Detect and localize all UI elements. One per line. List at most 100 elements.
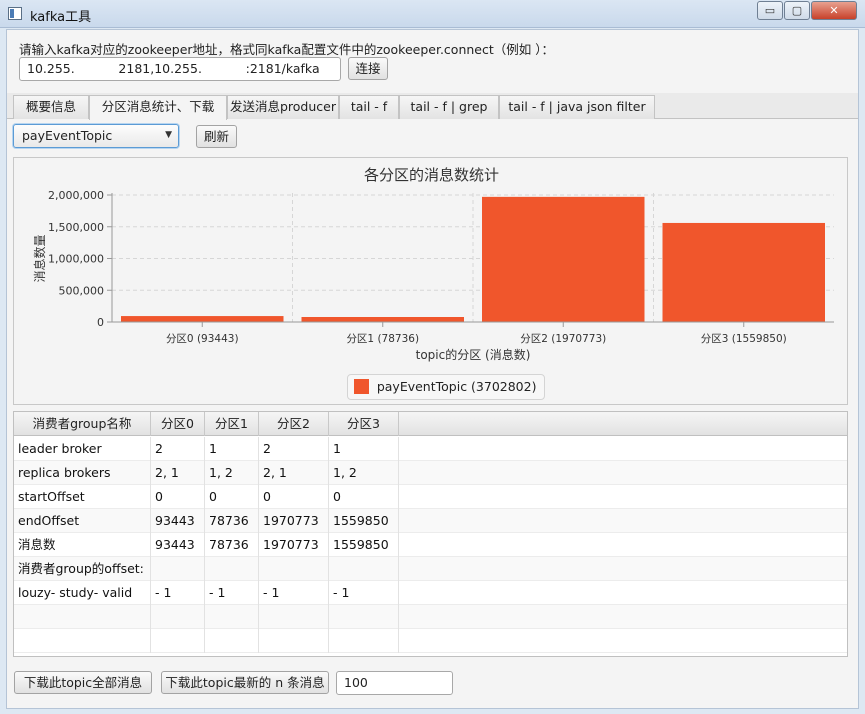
table-row[interactable] — [14, 605, 847, 629]
zookeeper-address-input[interactable]: 10.255. 2181,10.255. :2181/kafka — [19, 57, 341, 81]
table-cell: 1, 2 — [205, 461, 259, 485]
table-row[interactable]: endOffset 93443 78736 1970773 1559850 — [14, 509, 847, 533]
table-cell — [399, 485, 847, 509]
minimize-button[interactable]: ▭ — [757, 1, 783, 20]
table-cell: 1970773 — [259, 533, 329, 557]
table-cell: 1559850 — [329, 509, 399, 533]
row-label-cell: 消息数 — [14, 533, 151, 557]
x-tick-label: 分区0 (93443) — [166, 333, 239, 345]
table-cell — [259, 557, 329, 581]
column-header-partition-0[interactable]: 分区0 — [151, 412, 205, 436]
table-row[interactable]: startOffset 0 0 0 0 — [14, 485, 847, 509]
table-row[interactable]: 消息数 93443 78736 1970773 1559850 — [14, 533, 847, 557]
bar — [482, 196, 645, 322]
table-cell — [329, 557, 399, 581]
column-header-partition-3[interactable]: 分区3 — [329, 412, 399, 436]
row-label-cell — [14, 629, 151, 653]
row-label-cell — [14, 605, 151, 629]
table-cell — [399, 605, 847, 629]
table-cell — [399, 533, 847, 557]
table-cell: 1970773 — [259, 509, 329, 533]
connect-button[interactable]: 连接 — [348, 57, 388, 80]
close-button[interactable]: ✕ — [811, 1, 857, 20]
table-cell — [205, 605, 259, 629]
table-cell: 78736 — [205, 509, 259, 533]
table-cell: 2 — [151, 437, 205, 461]
table-cell: - 1 — [329, 581, 399, 605]
tab-producer[interactable]: 发送消息producer — [227, 95, 339, 119]
chart-legend: payEventTopic (3702802) — [347, 374, 546, 400]
row-label-cell: replica brokers — [14, 461, 151, 485]
table-cell: 93443 — [151, 509, 205, 533]
row-label-cell: endOffset — [14, 509, 151, 533]
table-cell — [205, 557, 259, 581]
table-cell — [399, 461, 847, 485]
bar — [121, 316, 284, 322]
y-axis-label: 消息数量 — [32, 234, 47, 282]
window-title: kafka工具 — [30, 10, 92, 25]
column-header-partition-2[interactable]: 分区2 — [259, 412, 329, 436]
legend-swatch — [354, 379, 369, 394]
table-cell — [329, 629, 399, 653]
table-cell — [259, 605, 329, 629]
table-cell: 0 — [151, 485, 205, 509]
table-cell: 1 — [205, 437, 259, 461]
maximize-button[interactable]: ▢ — [784, 1, 810, 20]
table-cell — [399, 437, 847, 461]
y-tick-label: 2,000,000 — [48, 189, 104, 202]
table-row[interactable] — [14, 629, 847, 653]
chevron-down-icon: ▼ — [165, 130, 172, 140]
download-latest-button[interactable]: 下载此topic最新的 n 条消息 — [161, 671, 329, 694]
table-row[interactable]: leader broker 2 1 2 1 — [14, 437, 847, 461]
table-cell — [205, 629, 259, 653]
x-tick-label: 分区3 (1559850) — [701, 333, 787, 345]
tab-overview[interactable]: 概要信息 — [13, 95, 89, 119]
table-cell: 1559850 — [329, 533, 399, 557]
topic-select[interactable]: payEventTopic ▼ — [13, 124, 179, 148]
refresh-button[interactable]: 刷新 — [196, 125, 237, 148]
column-header-partition-1[interactable]: 分区1 — [205, 412, 259, 436]
x-axis-label: topic的分区 (消息数) — [416, 347, 531, 362]
tab-tail[interactable]: tail - f — [339, 95, 399, 119]
table-cell — [399, 509, 847, 533]
partition-chart: 各分区的消息数统计 0 500,000 1,000,000 1,500,000 2,00… — [13, 157, 848, 405]
table-cell: - 1 — [151, 581, 205, 605]
table-cell: 1, 2 — [329, 461, 399, 485]
table-row[interactable]: 消费者group的offset: — [14, 557, 847, 581]
table-cell — [151, 605, 205, 629]
table-cell — [151, 629, 205, 653]
chart-plot: 0 500,000 1,000,000 1,500,000 2,000,000 分区0 (… — [32, 189, 834, 362]
table-cell: 0 — [329, 485, 399, 509]
table-cell: - 1 — [259, 581, 329, 605]
table-cell — [151, 557, 205, 581]
y-tick-label: 0 — [97, 316, 104, 329]
x-tick-label: 分区2 (1970773) — [520, 333, 606, 345]
row-label-cell: leader broker — [14, 437, 151, 461]
y-tick-label: 1,500,000 — [48, 221, 104, 234]
tab-partition-stats[interactable]: 分区消息统计、下载 — [89, 95, 227, 120]
title-bar: kafka工具 ▭ ▢ ✕ — [0, 0, 865, 28]
bar — [662, 222, 825, 322]
table-row[interactable]: louzy- study- valid - 1- 1- 1- 1 — [14, 581, 847, 605]
table-cell — [399, 557, 847, 581]
message-count-input[interactable]: 100 — [336, 671, 453, 695]
tab-tail-grep[interactable]: tail - f | grep — [399, 95, 499, 119]
tab-tail-json-filter[interactable]: tail - f | java json filter — [499, 95, 655, 119]
main-panel: 请输入kafka对应的zookeeper地址，格式同kafka配置文件中的zoo… — [6, 29, 859, 709]
y-tick-label: 500,000 — [59, 284, 105, 297]
legend-label: payEventTopic (3702802) — [376, 379, 537, 394]
table-cell — [329, 605, 399, 629]
app-icon — [8, 7, 22, 20]
table-row[interactable]: replica brokers 2, 1 1, 2 2, 1 1, 2 — [14, 461, 847, 485]
table-cell: 2, 1 — [151, 461, 205, 485]
table-cell: 0 — [205, 485, 259, 509]
table-cell — [259, 629, 329, 653]
table-cell: 2 — [259, 437, 329, 461]
tab-bar: 概要信息 分区消息统计、下载 发送消息producer tail - f tai… — [7, 93, 858, 120]
table-cell: 78736 — [205, 533, 259, 557]
zookeeper-prompt: 请输入kafka对应的zookeeper地址，格式同kafka配置文件中的zoo… — [19, 42, 554, 57]
partition-table: 消费者group名称 分区0 分区1 分区2 分区3 leader broker… — [13, 411, 848, 657]
download-all-button[interactable]: 下载此topic全部消息 — [14, 671, 152, 694]
column-header-group[interactable]: 消费者group名称 — [14, 412, 151, 436]
table-cell — [399, 581, 847, 605]
